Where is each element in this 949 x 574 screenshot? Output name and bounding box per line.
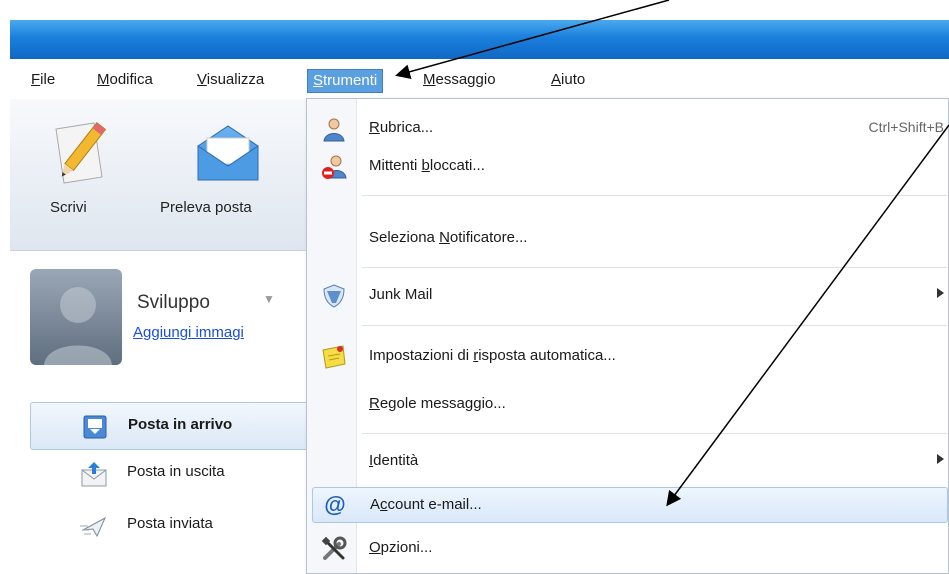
menu-item-label: Seleziona Notificatore... [369,229,528,246]
tools-menu-dropdown: Rubrica... Ctrl+Shift+B Mittenti bloccat… [306,98,949,574]
menu-strumenti[interactable]: Strumenti [307,69,384,93]
write-button[interactable]: Scrivi [40,99,120,249]
fetch-mail-button[interactable]: Preleva posta [155,99,305,249]
menu-item-select-notifier[interactable]: Seleziona Notificatore... [312,221,948,257]
menu-item-email-accounts[interactable]: @ Account e-mail... [312,487,948,523]
menu-item-identity[interactable]: Identità [312,444,948,480]
folder-outbox-label: Posta in uscita [127,463,225,480]
avatar[interactable] [30,269,122,365]
menu-separator [362,195,947,196]
menu-item-label: Opzioni... [369,539,433,556]
menu-modifica[interactable]: Modifica [92,69,158,93]
menu-item-contacts[interactable]: Rubrica... Ctrl+Shift+B [312,111,948,147]
menu-item-label: Account e-mail... [370,496,482,513]
window-title-bar [10,20,949,59]
profile-name[interactable]: Sviluppo [137,292,210,314]
menu-item-blocked-senders[interactable]: Mittenti bloccati... [312,149,948,185]
add-image-link[interactable]: Aggiungi immagi [133,324,244,341]
menu-separator [362,325,947,326]
menu-aiuto[interactable]: Aiuto [546,69,590,93]
menu-item-message-rules[interactable]: Regole messaggio... [312,387,948,423]
fetch-mail-label: Preleva posta [160,199,252,216]
outbox-icon [81,462,107,487]
tools-icon [321,536,347,560]
menu-separator [362,267,947,268]
menu-messaggio[interactable]: Messaggio [418,69,501,93]
submenu-arrow-icon [937,288,944,298]
menu-item-options[interactable]: Opzioni... [312,531,948,567]
junk-shield-icon [323,284,345,308]
menu-item-label: Junk Mail [369,286,433,303]
write-button-label: Scrivi [50,199,87,216]
folder-sent[interactable]: Posta inviata [30,502,320,550]
menu-item-auto-reply[interactable]: Impostazioni di risposta automatica... [312,339,948,375]
menu-item-label: Mittenti bloccati... [369,157,485,174]
auto-reply-note-icon [322,345,346,369]
contacts-icon [323,118,345,142]
sidebar: Sviluppo ▼ Aggiungi immagi Posta in arri… [10,252,320,574]
menu-separator [362,433,947,434]
menu-item-label: Impostazioni di risposta automatica... [369,347,616,364]
menu-visualizza[interactable]: Visualizza [192,69,269,93]
submenu-arrow-icon [937,454,944,464]
envelope-icon [197,125,259,181]
menu-item-label: Regole messaggio... [369,395,506,412]
toolbar: Scrivi Preleva posta [10,99,310,251]
at-sign-icon: @ [324,492,346,517]
menu-item-shortcut: Ctrl+Shift+B [868,119,944,135]
menu-bar: File Modifica Visualizza Strumenti Messa… [10,62,949,98]
menu-file[interactable]: File [26,69,60,93]
blocked-senders-icon [322,155,347,179]
pencil-paper-icon [55,122,107,184]
menu-item-junk-mail[interactable]: Junk Mail [312,278,948,314]
menu-item-label: Identità [369,452,419,469]
folder-sent-label: Posta inviata [127,515,213,532]
folder-outbox[interactable]: Posta in uscita [30,450,320,498]
folder-inbox-label: Posta in arrivo [128,416,233,433]
inbox-icon [83,415,107,439]
menu-item-label: Rubrica... [369,119,434,136]
profile-caret-icon[interactable]: ▼ [263,292,275,306]
user-silhouette-icon [44,287,112,365]
folder-inbox[interactable]: Posta in arrivo [30,402,320,450]
sent-icon [80,516,107,538]
